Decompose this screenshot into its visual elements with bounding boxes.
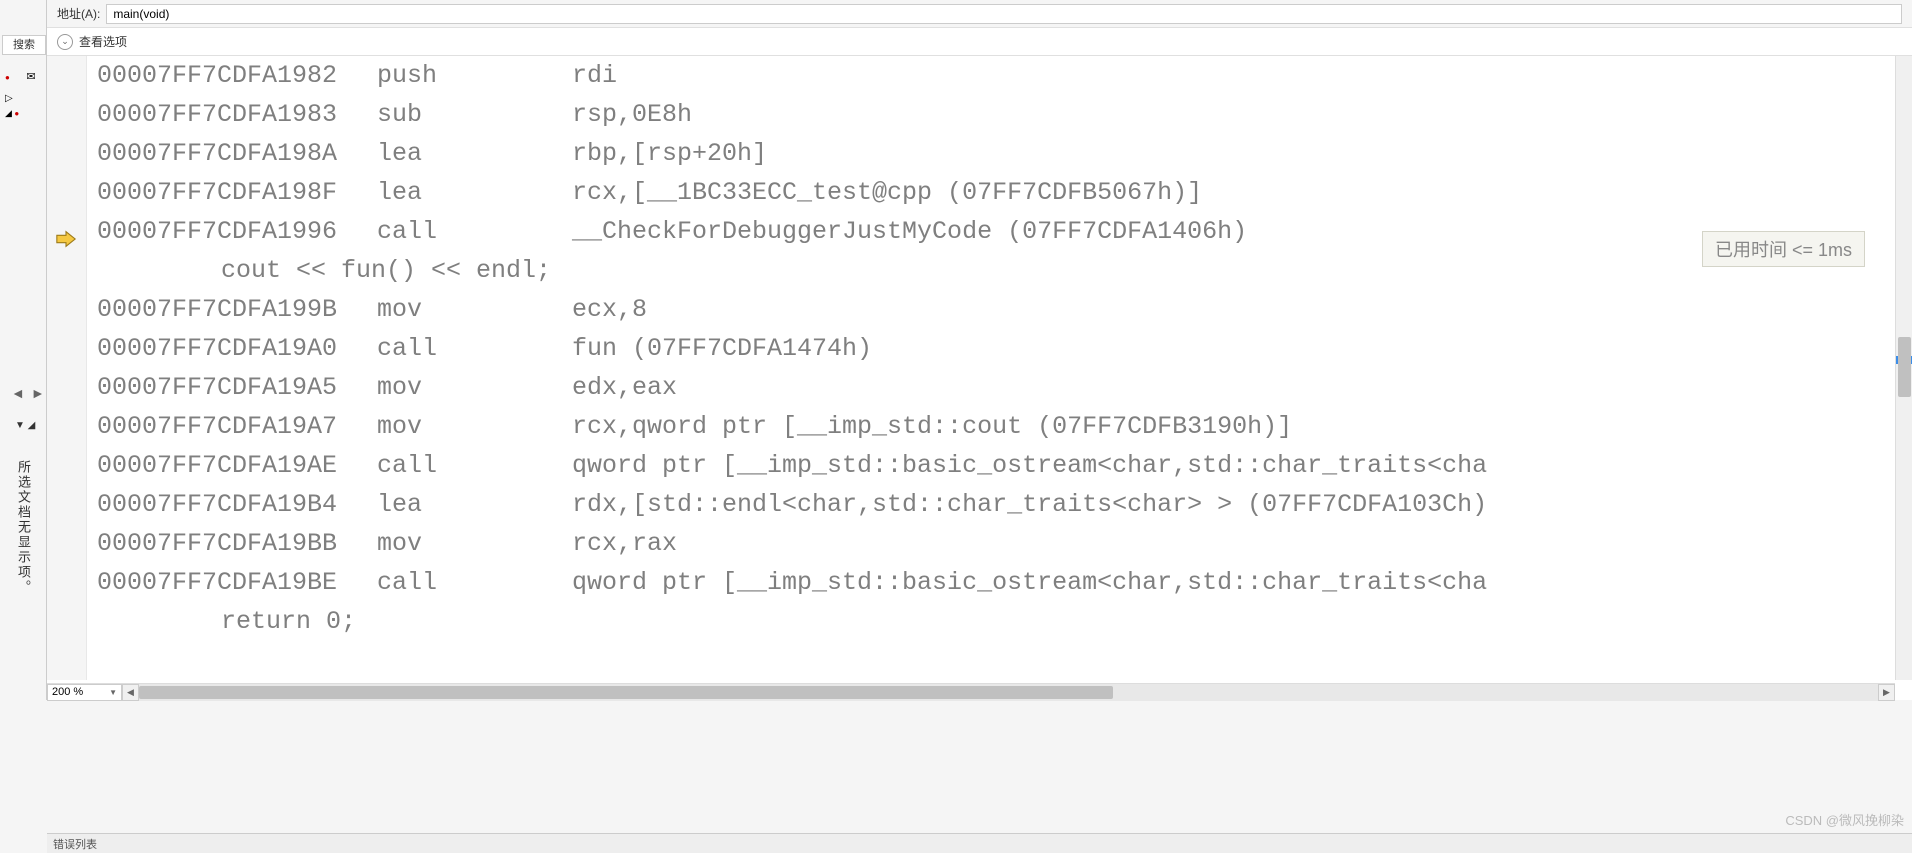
operands: edx,eax: [572, 368, 1895, 407]
disasm-line[interactable]: 00007FF7CDFA19AE callqword ptr [__imp_st…: [97, 446, 1895, 485]
pager-arrows[interactable]: ◄►: [8, 385, 48, 401]
horizontal-scroll-track[interactable]: [139, 684, 1878, 701]
operands: fun (07FF7CDFA1474h): [572, 329, 1895, 368]
source-line[interactable]: cout << fun() << endl;: [97, 251, 1895, 290]
disassembly-panel: 地址(A): ⌄ 查看选项 00007FF7CDFA1982 pushrdi00…: [47, 0, 1912, 700]
address: 00007FF7CDFA19A7: [97, 407, 377, 446]
mnemonic: mov: [377, 524, 572, 563]
breakpoint-icon[interactable]: ●: [5, 73, 23, 89]
no-items-message: 所选文档无显示项。: [14, 460, 33, 595]
current-line-arrow-icon: [55, 230, 77, 254]
disasm-line[interactable]: 00007FF7CDFA19BB movrcx,rax: [97, 524, 1895, 563]
page-left-icon[interactable]: ◄: [11, 385, 25, 401]
mnemonic: sub: [377, 95, 572, 134]
operands: rdx,[std::endl<char,std::char_traits<cha…: [572, 485, 1895, 524]
disasm-line[interactable]: 00007FF7CDFA199B movecx,8: [97, 290, 1895, 329]
page-right-icon[interactable]: ►: [31, 385, 45, 401]
source-text: cout << fun() << endl;: [97, 251, 551, 290]
operands: rcx,rax: [572, 524, 1895, 563]
address: 00007FF7CDFA1996: [97, 212, 377, 251]
disasm-line[interactable]: 00007FF7CDFA19BE callqword ptr [__imp_st…: [97, 563, 1895, 602]
disasm-line[interactable]: 00007FF7CDFA198F learcx,[__1BC33ECC_test…: [97, 173, 1895, 212]
code-viewport[interactable]: 00007FF7CDFA1982 pushrdi00007FF7CDFA1983…: [47, 56, 1895, 680]
address: 00007FF7CDFA19AE: [97, 446, 377, 485]
address: 00007FF7CDFA19BB: [97, 524, 377, 563]
gutter: [47, 56, 87, 680]
address: 00007FF7CDFA1982: [97, 56, 377, 95]
view-options-label[interactable]: 查看选项: [79, 33, 127, 50]
operands: qword ptr [__imp_std::basic_ostream<char…: [572, 563, 1895, 602]
operands: rdi: [572, 56, 1895, 95]
horizontal-scroll-thumb[interactable]: [139, 686, 1113, 699]
mnemonic: push: [377, 56, 572, 95]
play-icon[interactable]: ▷: [5, 93, 45, 104]
code-content[interactable]: 00007FF7CDFA1982 pushrdi00007FF7CDFA1983…: [87, 56, 1895, 641]
mnemonic: call: [377, 563, 572, 602]
bottom-tab-bar: 错误列表: [47, 833, 1912, 853]
mnemonic: mov: [377, 368, 572, 407]
address: 00007FF7CDFA19A0: [97, 329, 377, 368]
mnemonic: lea: [377, 485, 572, 524]
operands: rcx,qword ptr [__imp_std::cout (07FF7CDF…: [572, 407, 1895, 446]
toolbar-icons: ● ✉ ▷ ◢ ●: [5, 68, 45, 119]
operands: rsp,0E8h: [572, 95, 1895, 134]
address: 00007FF7CDFA19B4: [97, 485, 377, 524]
envelope-icon[interactable]: ✉: [26, 70, 44, 86]
operands: qword ptr [__imp_std::basic_ostream<char…: [572, 446, 1895, 485]
source-text: return 0;: [97, 602, 356, 641]
disasm-line[interactable]: 00007FF7CDFA1982 pushrdi: [97, 56, 1895, 95]
zoom-selector[interactable]: 200 % ▼: [47, 684, 122, 701]
mnemonic: mov: [377, 407, 572, 446]
address: 00007FF7CDFA198F: [97, 173, 377, 212]
address-bar: 地址(A):: [47, 0, 1912, 28]
address: 00007FF7CDFA19A5: [97, 368, 377, 407]
operands: rcx,[__1BC33ECC_test@cpp (07FF7CDFB5067h…: [572, 173, 1895, 212]
zoom-dropdown-icon[interactable]: ▼: [109, 688, 117, 697]
address: 00007FF7CDFA19BE: [97, 563, 377, 602]
mnemonic: call: [377, 329, 572, 368]
address-label: 地址(A):: [57, 5, 100, 22]
address: 00007FF7CDFA1983: [97, 95, 377, 134]
source-line[interactable]: return 0;: [97, 602, 1895, 641]
operands: rbp,[rsp+20h]: [572, 134, 1895, 173]
vertical-scroll-thumb[interactable]: [1898, 337, 1911, 397]
mnemonic: lea: [377, 173, 572, 212]
disasm-line[interactable]: 00007FF7CDFA19A0 callfun (07FF7CDFA1474h…: [97, 329, 1895, 368]
disasm-line[interactable]: 00007FF7CDFA19A7 movrcx,qword ptr [__imp…: [97, 407, 1895, 446]
horizontal-scrollbar-row: 200 % ▼ ◀ ▶: [47, 683, 1895, 700]
disasm-line[interactable]: 00007FF7CDFA19A5 movedx,eax: [97, 368, 1895, 407]
perf-tooltip[interactable]: 已用时间 <= 1ms: [1702, 231, 1865, 267]
operands: ecx,8: [572, 290, 1895, 329]
search-tab[interactable]: 搜索: [2, 35, 46, 55]
mnemonic: call: [377, 212, 572, 251]
dropdown-icon[interactable]: ▼ ◢: [15, 420, 35, 431]
vertical-scrollbar[interactable]: [1895, 56, 1912, 680]
mnemonic: mov: [377, 290, 572, 329]
scroll-left-button[interactable]: ◀: [122, 684, 139, 701]
mnemonic: lea: [377, 134, 572, 173]
expand-options-icon[interactable]: ⌄: [57, 34, 73, 50]
scroll-right-button[interactable]: ▶: [1878, 684, 1895, 701]
watermark: CSDN @微风挽柳染: [1785, 810, 1904, 829]
left-sidebar: 搜索 ● ✉ ▷ ◢ ● ◄► ▼ ◢ 所选文档无显示项。: [0, 0, 47, 700]
mnemonic: call: [377, 446, 572, 485]
disasm-line[interactable]: 00007FF7CDFA1983 subrsp,0E8h: [97, 95, 1895, 134]
error-list-tab[interactable]: 错误列表: [53, 836, 97, 852]
address-input[interactable]: [106, 4, 1902, 24]
view-options-row: ⌄ 查看选项: [47, 28, 1912, 56]
collapse-icon[interactable]: ◢ ●: [5, 108, 45, 119]
address: 00007FF7CDFA199B: [97, 290, 377, 329]
disasm-line[interactable]: 00007FF7CDFA19B4 leardx,[std::endl<char,…: [97, 485, 1895, 524]
zoom-value: 200 %: [52, 686, 83, 698]
address: 00007FF7CDFA198A: [97, 134, 377, 173]
operands: __CheckForDebuggerJustMyCode (07FF7CDFA1…: [572, 212, 1895, 251]
disasm-line[interactable]: 00007FF7CDFA1996 call__CheckForDebuggerJ…: [97, 212, 1895, 251]
disasm-line[interactable]: 00007FF7CDFA198A learbp,[rsp+20h]: [97, 134, 1895, 173]
